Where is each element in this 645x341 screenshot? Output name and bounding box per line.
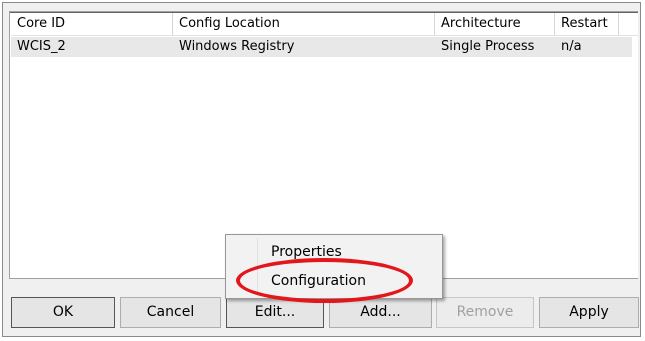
- cancel-button[interactable]: Cancel: [120, 297, 221, 328]
- cell-architecture: Single Process: [441, 39, 535, 54]
- column-header-config-location[interactable]: Config Location: [173, 13, 435, 35]
- remove-button[interactable]: Remove: [436, 297, 534, 328]
- cell-restart: n/a: [561, 39, 582, 54]
- menu-item-properties[interactable]: Properties: [271, 241, 342, 263]
- context-menu: Properties Configuration: [225, 234, 443, 299]
- add-button[interactable]: Add...: [329, 297, 432, 328]
- list-header: Core ID Config Location Architecture Res…: [11, 13, 638, 36]
- menu-gutter-separator: [257, 238, 258, 295]
- cell-core-id: WCIS_2: [17, 39, 66, 54]
- menu-item-configuration[interactable]: Configuration: [271, 270, 366, 292]
- column-header-core-id[interactable]: Core ID: [11, 13, 173, 35]
- column-header-architecture[interactable]: Architecture: [435, 13, 555, 35]
- table-row[interactable]: WCIS_2 Windows Registry Single Process n…: [11, 37, 632, 57]
- column-header-restart[interactable]: Restart: [555, 13, 619, 35]
- apply-button[interactable]: Apply: [539, 297, 639, 328]
- cell-config-location: Windows Registry: [179, 39, 295, 54]
- edit-button[interactable]: Edit...: [226, 297, 324, 328]
- ok-button[interactable]: OK: [11, 297, 115, 328]
